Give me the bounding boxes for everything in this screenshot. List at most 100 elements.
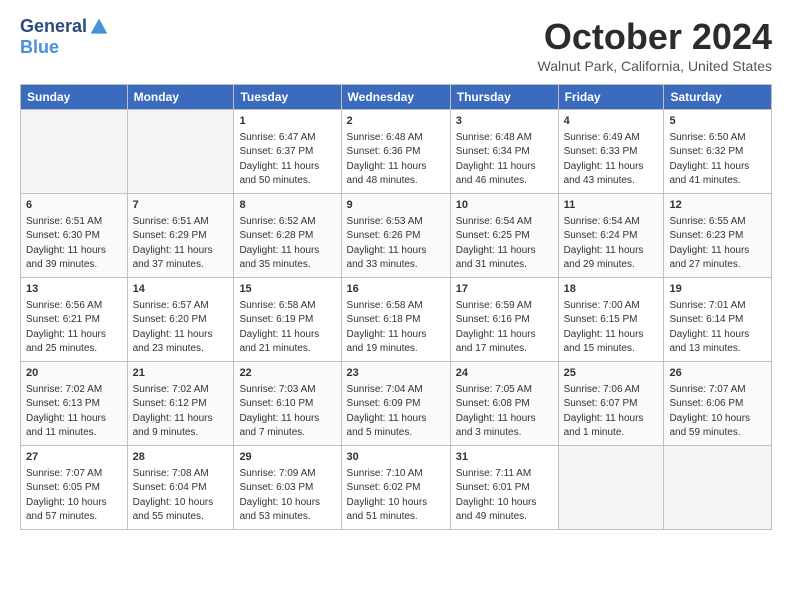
day-info-line: Daylight: 11 hours and 7 minutes.: [239, 412, 335, 441]
day-info-line: Daylight: 11 hours and 31 minutes.: [456, 244, 553, 273]
day-number: 22: [239, 366, 335, 382]
day-info-line: Sunrise: 7:06 AM: [564, 383, 659, 398]
day-info-line: Sunrise: 7:11 AM: [456, 467, 553, 482]
logo-text: General: [20, 16, 109, 37]
day-info-line: Sunrise: 6:59 AM: [456, 299, 553, 314]
day-info-line: Sunset: 6:28 PM: [239, 229, 335, 244]
day-info-line: Sunrise: 7:02 AM: [26, 383, 122, 398]
day-number: 26: [669, 366, 766, 382]
day-info-line: Sunrise: 6:57 AM: [133, 299, 229, 314]
page-container: General Blue October 2024 Walnut Park, C…: [0, 0, 792, 540]
day-info-line: Daylight: 11 hours and 25 minutes.: [26, 328, 122, 357]
day-info-line: Sunrise: 6:53 AM: [347, 215, 445, 230]
day-number: 1: [239, 114, 335, 130]
day-info-line: Daylight: 11 hours and 9 minutes.: [133, 412, 229, 441]
calendar-day: 26Sunrise: 7:07 AMSunset: 6:06 PMDayligh…: [664, 361, 772, 445]
day-info: Sunrise: 6:51 AMSunset: 6:30 PMDaylight:…: [26, 215, 122, 273]
day-number: 31: [456, 450, 553, 466]
calendar-day: 29Sunrise: 7:09 AMSunset: 6:03 PMDayligh…: [234, 445, 341, 529]
day-number: 15: [239, 282, 335, 298]
calendar-day: 17Sunrise: 6:59 AMSunset: 6:16 PMDayligh…: [450, 277, 558, 361]
logo-icon: [89, 17, 109, 37]
day-info-line: Daylight: 11 hours and 37 minutes.: [133, 244, 229, 273]
day-info-line: Sunset: 6:32 PM: [669, 145, 766, 160]
calendar-day: 13Sunrise: 6:56 AMSunset: 6:21 PMDayligh…: [21, 277, 128, 361]
calendar-day: 21Sunrise: 7:02 AMSunset: 6:12 PMDayligh…: [127, 361, 234, 445]
calendar-day: 14Sunrise: 6:57 AMSunset: 6:20 PMDayligh…: [127, 277, 234, 361]
day-info: Sunrise: 7:03 AMSunset: 6:10 PMDaylight:…: [239, 383, 335, 441]
day-number: 19: [669, 282, 766, 298]
day-info-line: Daylight: 10 hours and 55 minutes.: [133, 496, 229, 525]
day-number: 5: [669, 114, 766, 130]
calendar-day: 25Sunrise: 7:06 AMSunset: 6:07 PMDayligh…: [558, 361, 664, 445]
day-info-line: Sunset: 6:33 PM: [564, 145, 659, 160]
calendar-week-4: 20Sunrise: 7:02 AMSunset: 6:13 PMDayligh…: [21, 361, 772, 445]
day-info: Sunrise: 6:52 AMSunset: 6:28 PMDaylight:…: [239, 215, 335, 273]
calendar-day: 18Sunrise: 7:00 AMSunset: 6:15 PMDayligh…: [558, 277, 664, 361]
day-info-line: Sunset: 6:02 PM: [347, 481, 445, 496]
calendar-day: 31Sunrise: 7:11 AMSunset: 6:01 PMDayligh…: [450, 445, 558, 529]
day-info-line: Daylight: 11 hours and 46 minutes.: [456, 160, 553, 189]
day-info: Sunrise: 6:48 AMSunset: 6:36 PMDaylight:…: [347, 131, 445, 189]
day-info-line: Sunrise: 6:48 AM: [347, 131, 445, 146]
day-number: 12: [669, 198, 766, 214]
day-info: Sunrise: 7:10 AMSunset: 6:02 PMDaylight:…: [347, 467, 445, 525]
day-info-line: Sunrise: 6:51 AM: [26, 215, 122, 230]
day-info: Sunrise: 6:54 AMSunset: 6:25 PMDaylight:…: [456, 215, 553, 273]
day-number: 30: [347, 450, 445, 466]
calendar-day: 22Sunrise: 7:03 AMSunset: 6:10 PMDayligh…: [234, 361, 341, 445]
day-info-line: Daylight: 11 hours and 3 minutes.: [456, 412, 553, 441]
day-info-line: Daylight: 11 hours and 1 minute.: [564, 412, 659, 441]
day-info-line: Daylight: 11 hours and 50 minutes.: [239, 160, 335, 189]
day-info-line: Sunrise: 6:51 AM: [133, 215, 229, 230]
day-info-line: Sunset: 6:14 PM: [669, 313, 766, 328]
calendar-day: [664, 445, 772, 529]
day-info: Sunrise: 6:58 AMSunset: 6:18 PMDaylight:…: [347, 299, 445, 357]
day-number: 25: [564, 366, 659, 382]
day-number: 16: [347, 282, 445, 298]
day-info-line: Sunset: 6:30 PM: [26, 229, 122, 244]
day-info-line: Sunset: 6:04 PM: [133, 481, 229, 496]
calendar-header-row: SundayMondayTuesdayWednesdayThursdayFrid…: [21, 85, 772, 110]
day-number: 29: [239, 450, 335, 466]
calendar-day: 3Sunrise: 6:48 AMSunset: 6:34 PMDaylight…: [450, 110, 558, 194]
location: Walnut Park, California, United States: [538, 58, 772, 74]
day-info-line: Sunset: 6:01 PM: [456, 481, 553, 496]
day-info-line: Sunrise: 6:56 AM: [26, 299, 122, 314]
day-info: Sunrise: 6:56 AMSunset: 6:21 PMDaylight:…: [26, 299, 122, 357]
day-info-line: Sunrise: 7:00 AM: [564, 299, 659, 314]
calendar-day: 20Sunrise: 7:02 AMSunset: 6:13 PMDayligh…: [21, 361, 128, 445]
day-info: Sunrise: 7:01 AMSunset: 6:14 PMDaylight:…: [669, 299, 766, 357]
col-header-wednesday: Wednesday: [341, 85, 450, 110]
day-info-line: Daylight: 11 hours and 41 minutes.: [669, 160, 766, 189]
day-info-line: Daylight: 10 hours and 53 minutes.: [239, 496, 335, 525]
day-info-line: Sunrise: 7:09 AM: [239, 467, 335, 482]
day-info-line: Sunset: 6:25 PM: [456, 229, 553, 244]
calendar-day: 15Sunrise: 6:58 AMSunset: 6:19 PMDayligh…: [234, 277, 341, 361]
day-info-line: Sunset: 6:06 PM: [669, 397, 766, 412]
day-info: Sunrise: 6:58 AMSunset: 6:19 PMDaylight:…: [239, 299, 335, 357]
calendar-day: 24Sunrise: 7:05 AMSunset: 6:08 PMDayligh…: [450, 361, 558, 445]
col-header-tuesday: Tuesday: [234, 85, 341, 110]
day-info-line: Sunset: 6:36 PM: [347, 145, 445, 160]
calendar-day: 10Sunrise: 6:54 AMSunset: 6:25 PMDayligh…: [450, 193, 558, 277]
day-info-line: Sunrise: 7:07 AM: [669, 383, 766, 398]
day-info: Sunrise: 7:09 AMSunset: 6:03 PMDaylight:…: [239, 467, 335, 525]
day-info-line: Sunset: 6:09 PM: [347, 397, 445, 412]
day-info: Sunrise: 7:07 AMSunset: 6:05 PMDaylight:…: [26, 467, 122, 525]
col-header-saturday: Saturday: [664, 85, 772, 110]
day-info-line: Sunrise: 7:10 AM: [347, 467, 445, 482]
calendar-day: 1Sunrise: 6:47 AMSunset: 6:37 PMDaylight…: [234, 110, 341, 194]
day-info-line: Daylight: 11 hours and 35 minutes.: [239, 244, 335, 273]
day-info: Sunrise: 6:47 AMSunset: 6:37 PMDaylight:…: [239, 131, 335, 189]
day-info: Sunrise: 6:54 AMSunset: 6:24 PMDaylight:…: [564, 215, 659, 273]
logo-blue-text: Blue: [20, 37, 59, 58]
day-info: Sunrise: 6:50 AMSunset: 6:32 PMDaylight:…: [669, 131, 766, 189]
day-info-line: Daylight: 11 hours and 11 minutes.: [26, 412, 122, 441]
day-info-line: Sunrise: 7:07 AM: [26, 467, 122, 482]
day-info-line: Sunrise: 6:58 AM: [239, 299, 335, 314]
calendar-day: 7Sunrise: 6:51 AMSunset: 6:29 PMDaylight…: [127, 193, 234, 277]
day-info-line: Sunset: 6:19 PM: [239, 313, 335, 328]
day-info: Sunrise: 7:05 AMSunset: 6:08 PMDaylight:…: [456, 383, 553, 441]
day-info-line: Daylight: 11 hours and 43 minutes.: [564, 160, 659, 189]
